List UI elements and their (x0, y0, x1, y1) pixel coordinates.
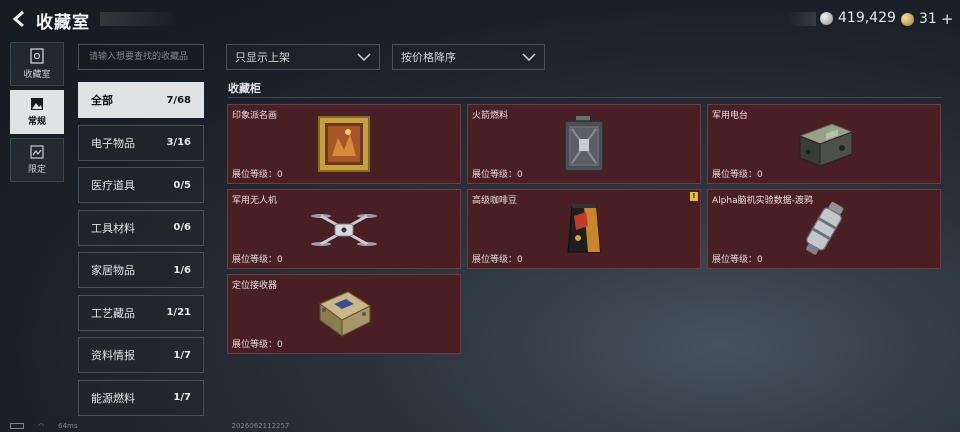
item-level: 展位等级：0 (232, 340, 283, 350)
collection-card-military-radio[interactable]: 军用电台 展位等级：0 (707, 104, 941, 184)
fuel-canister-icon (564, 116, 604, 172)
nav-label: 收藏室 (23, 70, 51, 80)
item-name: 军用无人机 (232, 196, 278, 206)
page-title: 收藏室 (36, 13, 90, 33)
item-name: 定位接收器 (232, 281, 278, 291)
nav-label: 限定 (27, 165, 46, 175)
collection-card-alpha-data[interactable]: Alpha脑机实验数据-渡鸦 展位等级：0 (707, 189, 941, 269)
item-level: 展位等级：0 (712, 255, 763, 265)
shelf-filter-dropdown[interactable]: 只显示上架 (226, 44, 380, 70)
shelf-filter-value: 只显示上架 (235, 51, 290, 64)
item-level: 展位等级：0 (472, 255, 523, 265)
category-name: 家居物品 (91, 264, 135, 277)
item-name: 印象派名画 (232, 111, 278, 121)
vault-icon (30, 48, 44, 64)
item-level: 展位等级：0 (472, 170, 523, 180)
silver-coin-icon (820, 11, 833, 25)
section-title: 收藏柜 (228, 82, 261, 95)
item-name: 火箭燃料 (472, 111, 509, 121)
silver-currency: 419,429 (820, 10, 896, 26)
section-divider (228, 97, 942, 98)
category-count: 1/21 (166, 307, 191, 318)
drone-icon (311, 214, 377, 246)
gold-coin-icon (901, 12, 914, 26)
gold-currency[interactable]: 31 + (901, 10, 953, 28)
category-count: 3/16 (166, 137, 191, 148)
wifi-icon: ◠ (38, 422, 45, 430)
item-name: 军用电台 (712, 111, 749, 121)
coffee-bag-icon (567, 204, 601, 253)
top-bar: 收藏室 419,429 31 + (0, 0, 960, 38)
status-footer: ◠ 64ms 2026062112257 (10, 422, 289, 430)
collection-card-locator-receiver[interactable]: 定位接收器 展位等级：0 (227, 274, 461, 354)
category-name: 医疗道具 (91, 179, 135, 192)
picture-icon (31, 98, 43, 110)
back-button[interactable] (8, 9, 30, 29)
collection-card-painting[interactable]: 印象派名画 展位等级：0 (227, 104, 461, 184)
category-count: 1/6 (173, 264, 191, 276)
left-nav: 收藏室 常规 限定 (10, 42, 64, 186)
collection-card-coffee-beans[interactable]: 高级咖啡豆 ! 展位等级：0 (467, 189, 701, 269)
chevron-down-icon (522, 53, 536, 61)
nav-item-regular[interactable]: 常规 (10, 90, 64, 134)
nav-item-limited[interactable]: 限定 (10, 138, 64, 182)
item-name: 高级咖啡豆 (472, 196, 518, 206)
ping-value: 64ms (58, 422, 78, 430)
category-household[interactable]: 家居物品 1/6 (78, 252, 204, 288)
item-level: 展位等级：0 (232, 255, 283, 265)
category-crafts[interactable]: 工艺藏品 1/21 (78, 294, 204, 331)
category-count: 0/6 (173, 222, 191, 233)
search-input[interactable] (78, 44, 204, 70)
category-all[interactable]: 全部 7/68 (78, 82, 204, 118)
collection-card-military-drone[interactable]: 军用无人机 展位等级：0 (227, 189, 461, 269)
radio-icon (798, 123, 854, 167)
title-decoration (100, 12, 180, 26)
category-name: 工具材料 (91, 221, 135, 235)
chevron-left-icon (12, 10, 24, 28)
painting-icon (318, 116, 370, 172)
currency-decoration (788, 12, 816, 26)
category-count: 1/7 (173, 349, 191, 361)
sort-dropdown[interactable]: 按价格降序 (392, 44, 545, 70)
category-tools[interactable]: 工具材料 0/6 (78, 209, 204, 246)
category-name: 能源燃料 (91, 391, 135, 405)
category-intel[interactable]: 资料情报 1/7 (78, 337, 204, 373)
alert-badge: ! (690, 192, 698, 201)
sort-value: 按价格降序 (401, 51, 456, 64)
silver-amount: 419,429 (838, 10, 896, 26)
category-list: 全部 7/68 电子物品 3/16 医疗道具 0/5 工具材料 0/6 家居物品 1/6 … (78, 82, 204, 422)
item-name: Alpha脑机实验数据-渡鸦 (712, 196, 813, 206)
add-currency-button[interactable]: + (941, 10, 954, 28)
item-level: 展位等级：0 (712, 170, 763, 180)
collection-card-rocket-fuel[interactable]: 火箭燃料 展位等级：0 (467, 104, 701, 184)
nav-item-vault[interactable]: 收藏室 (10, 42, 64, 86)
limited-icon (30, 145, 44, 159)
category-name: 资料情报 (91, 349, 135, 362)
category-name: 工艺藏品 (91, 306, 135, 320)
nav-label: 常规 (27, 117, 46, 127)
item-level: 展位等级：0 (232, 170, 283, 180)
category-medical[interactable]: 医疗道具 0/5 (78, 167, 204, 203)
category-count: 1/7 (173, 392, 191, 403)
category-count: 0/5 (173, 179, 191, 191)
battery-icon (10, 423, 24, 429)
data-canister-icon (806, 201, 844, 255)
category-name: 电子物品 (91, 136, 135, 150)
chevron-down-icon (357, 53, 371, 61)
build-number: 2026062112257 (231, 422, 290, 430)
category-energy[interactable]: 能源燃料 1/7 (78, 379, 204, 416)
receiver-icon (318, 291, 372, 337)
category-name: 全部 (91, 94, 113, 107)
category-count: 7/68 (166, 94, 191, 106)
gold-amount: 31 (919, 11, 937, 27)
category-electronics[interactable]: 电子物品 3/16 (78, 124, 204, 161)
